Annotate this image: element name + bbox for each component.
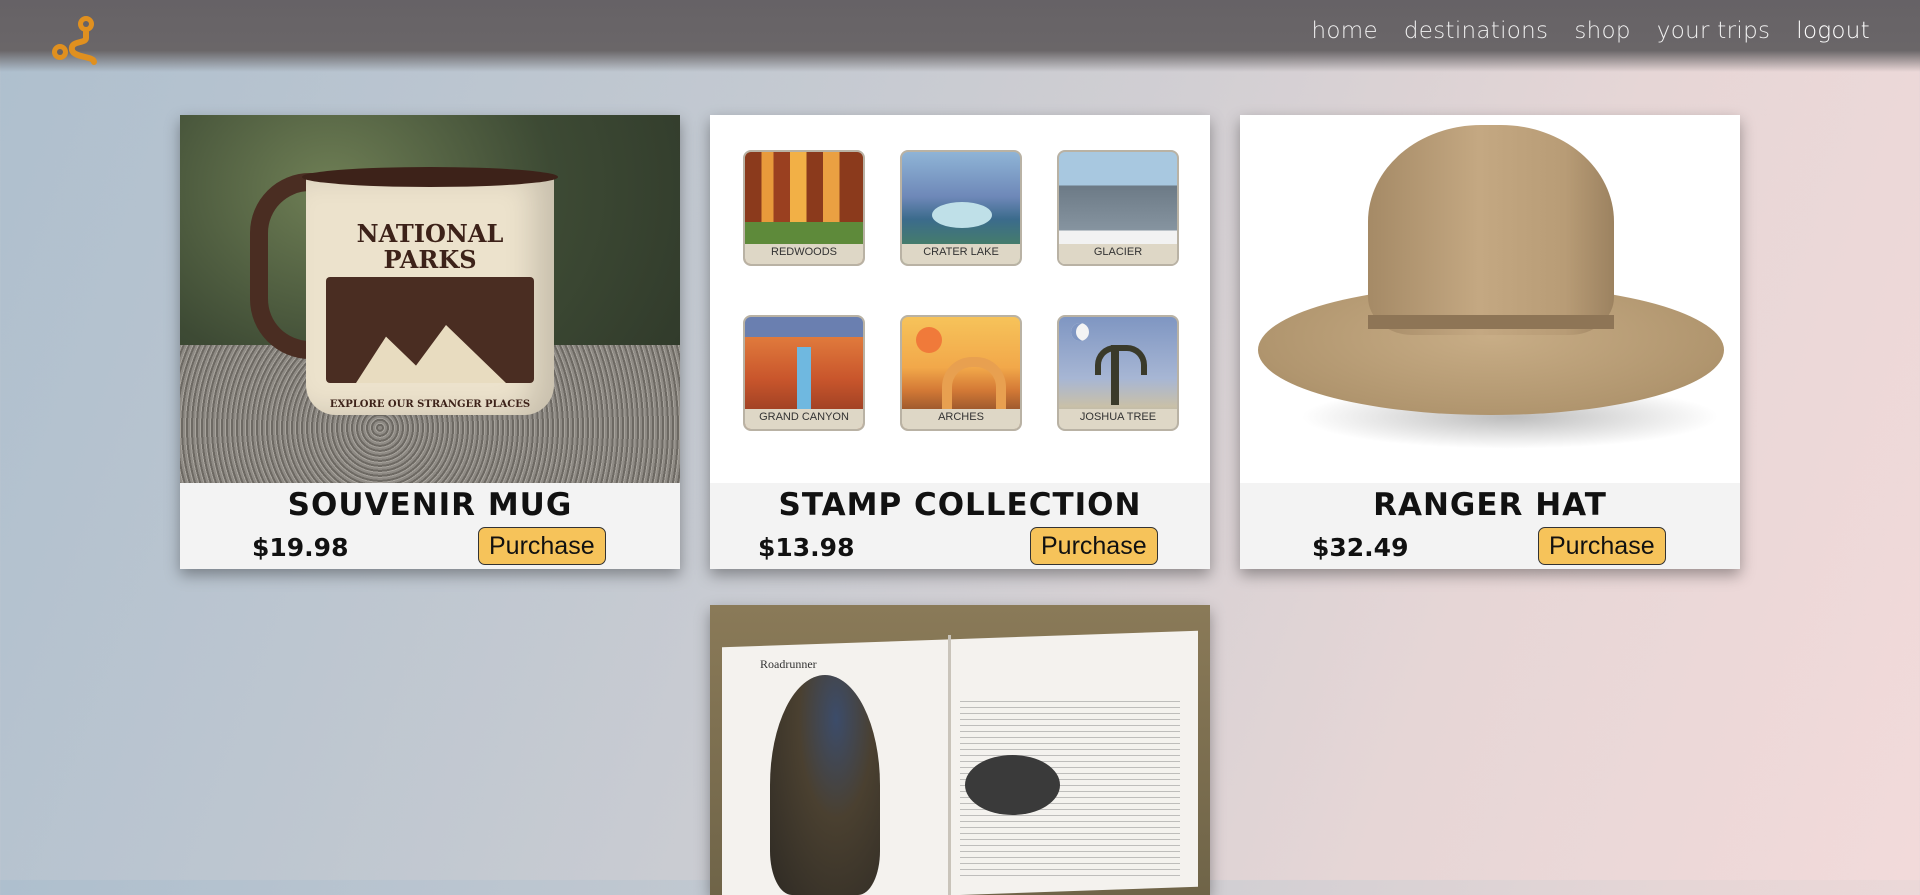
top-navbar: home destinations shop your trips logout bbox=[0, 0, 1920, 72]
stamps-image: REDWOODS CRATER LAKE GLACIER GRAND CANYO… bbox=[710, 115, 1210, 483]
main-menu: home destinations shop your trips logout bbox=[1311, 18, 1870, 44]
product-card-ranger-hat: RANGER HAT $32.49 Purchase bbox=[1240, 115, 1740, 569]
mug-text-line1: NATIONAL bbox=[356, 219, 504, 248]
product-title: SOUVENIR MUG bbox=[287, 487, 573, 523]
nav-shop-link[interactable]: shop bbox=[1574, 18, 1630, 44]
stamp-glacier: GLACIER bbox=[1057, 150, 1179, 266]
mug-text-line2: PARKS bbox=[383, 245, 477, 274]
route-pin-icon[interactable] bbox=[48, 12, 104, 68]
product-price: $32.49 bbox=[1312, 533, 1409, 562]
mug-tagline: EXPLORE OUR STRANGER PLACES bbox=[329, 399, 531, 410]
product-title: STAMP COLLECTION bbox=[778, 487, 1142, 523]
stamp-grand-canyon: GRAND CANYON bbox=[743, 315, 865, 431]
nav-destinations-link[interactable]: destinations bbox=[1404, 18, 1548, 44]
product-price: $13.98 bbox=[758, 533, 855, 562]
product-price: $19.98 bbox=[252, 533, 349, 562]
purchase-button[interactable]: Purchase bbox=[478, 527, 606, 565]
stamp-arches: ARCHES bbox=[900, 315, 1022, 431]
purchase-button[interactable]: Purchase bbox=[1030, 527, 1158, 565]
book-heading: Roadrunner bbox=[760, 657, 817, 671]
product-card-field-guide: Roadrunner bbox=[710, 605, 1210, 895]
product-card-souvenir-mug: NATIONAL PARKS EXPLORE OUR STRANGER PLAC… bbox=[180, 115, 680, 569]
nav-your-trips-link[interactable]: your trips bbox=[1657, 18, 1770, 44]
mug-image: NATIONAL PARKS EXPLORE OUR STRANGER PLAC… bbox=[180, 115, 680, 483]
product-card-stamp-collection: REDWOODS CRATER LAKE GLACIER GRAND CANYO… bbox=[710, 115, 1210, 569]
stamp-joshua-tree: JOSHUA TREE bbox=[1057, 315, 1179, 431]
nav-logout-link[interactable]: logout bbox=[1796, 18, 1870, 44]
nav-home-link[interactable]: home bbox=[1311, 18, 1377, 44]
hat-image bbox=[1240, 115, 1740, 483]
stamp-crater-lake: CRATER LAKE bbox=[900, 150, 1022, 266]
purchase-button[interactable]: Purchase bbox=[1538, 527, 1666, 565]
book-image: Roadrunner bbox=[710, 605, 1210, 895]
product-title: RANGER HAT bbox=[1373, 487, 1607, 523]
stamp-redwoods: REDWOODS bbox=[743, 150, 865, 266]
